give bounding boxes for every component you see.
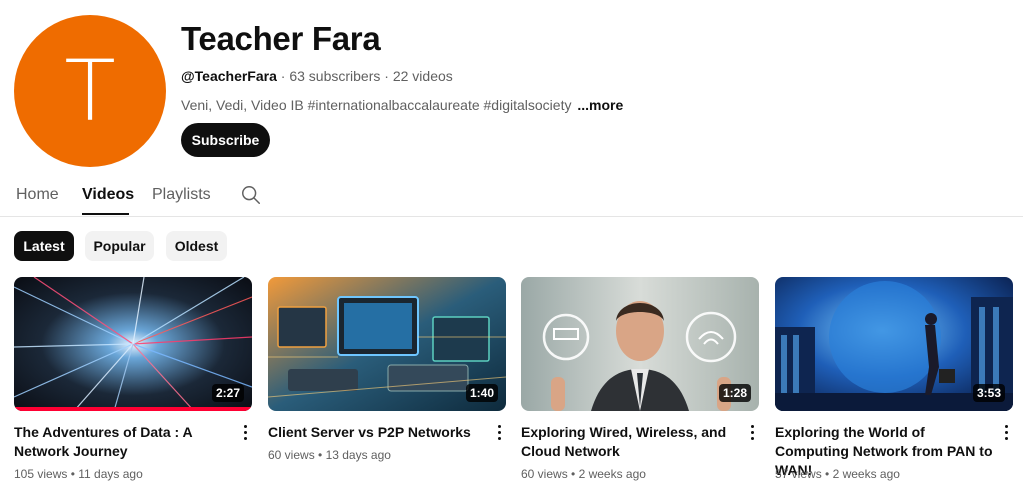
video-card[interactable]: 3:53 Exploring the World of Computing Ne… xyxy=(775,277,1013,481)
chip-popular[interactable]: Popular xyxy=(85,231,154,261)
search-icon[interactable] xyxy=(240,184,262,206)
video-thumbnail[interactable]: 1:40 xyxy=(268,277,506,411)
video-stats: 60 views • 2 weeks ago xyxy=(521,467,646,481)
video-title[interactable]: Client Server vs P2P Networks xyxy=(268,423,490,442)
description-text: Veni, Vedi, Video IB #internationalbacca… xyxy=(181,97,572,113)
more-options-icon[interactable] xyxy=(240,425,250,443)
channel-avatar: T xyxy=(14,15,166,167)
video-duration: 1:40 xyxy=(465,384,498,402)
view-count: 60 views xyxy=(521,467,568,481)
video-duration: 1:28 xyxy=(718,384,751,402)
video-thumbnail[interactable]: 1:28 xyxy=(521,277,759,411)
video-stats: 105 views • 11 days ago xyxy=(14,467,143,481)
more-link[interactable]: ...more xyxy=(577,97,623,113)
video-thumbnail[interactable]: 2:27 xyxy=(14,277,252,411)
channel-tabs: Home Videos Playlists xyxy=(0,176,1023,217)
upload-age: 2 weeks ago xyxy=(578,467,646,481)
video-stats: 60 views • 13 days ago xyxy=(268,448,391,462)
active-tab-indicator xyxy=(82,213,129,215)
video-title[interactable]: Exploring Wired, Wireless, and Cloud Net… xyxy=(521,423,743,461)
video-duration: 2:27 xyxy=(211,384,244,402)
view-count: 105 views xyxy=(14,467,68,481)
subscribe-button[interactable]: Subscribe xyxy=(181,123,270,157)
video-card[interactable]: 1:40 Client Server vs P2P Networks 60 vi… xyxy=(268,277,506,462)
more-options-icon[interactable] xyxy=(494,425,504,443)
channel-description[interactable]: Veni, Vedi, Video IB #internationalbacca… xyxy=(181,97,623,113)
more-options-icon[interactable] xyxy=(747,425,757,443)
view-count: 60 views xyxy=(268,448,315,462)
upload-age: 13 days ago xyxy=(325,448,391,462)
watch-progress-bar xyxy=(14,407,252,411)
upload-age: 2 weeks ago xyxy=(832,467,900,481)
chip-latest[interactable]: Latest xyxy=(14,231,74,261)
chip-oldest[interactable]: Oldest xyxy=(166,231,227,261)
channel-meta: @TeacherFara · 63 subscribers · 22 video… xyxy=(181,68,453,84)
video-count: 22 videos xyxy=(392,68,453,84)
view-count: 57 views xyxy=(775,467,822,481)
video-card[interactable]: 2:27 The Adventures of Data : A Network … xyxy=(14,277,252,481)
more-options-icon[interactable] xyxy=(1001,425,1011,443)
channel-handle: @TeacherFara xyxy=(181,68,277,84)
video-title[interactable]: The Adventures of Data : A Network Journ… xyxy=(14,423,236,461)
tab-playlists[interactable]: Playlists xyxy=(152,186,211,204)
subscriber-count: 63 subscribers xyxy=(289,68,381,84)
upload-age: 11 days ago xyxy=(78,467,143,481)
channel-name: Teacher Fara xyxy=(181,20,381,57)
video-duration: 3:53 xyxy=(972,384,1005,402)
video-card[interactable]: 1:28 Exploring Wired, Wireless, and Clou… xyxy=(521,277,759,481)
tab-videos[interactable]: Videos xyxy=(82,186,134,204)
video-thumbnail[interactable]: 3:53 xyxy=(775,277,1013,411)
video-stats: 57 views • 2 weeks ago xyxy=(775,467,900,481)
tab-home[interactable]: Home xyxy=(16,186,59,204)
